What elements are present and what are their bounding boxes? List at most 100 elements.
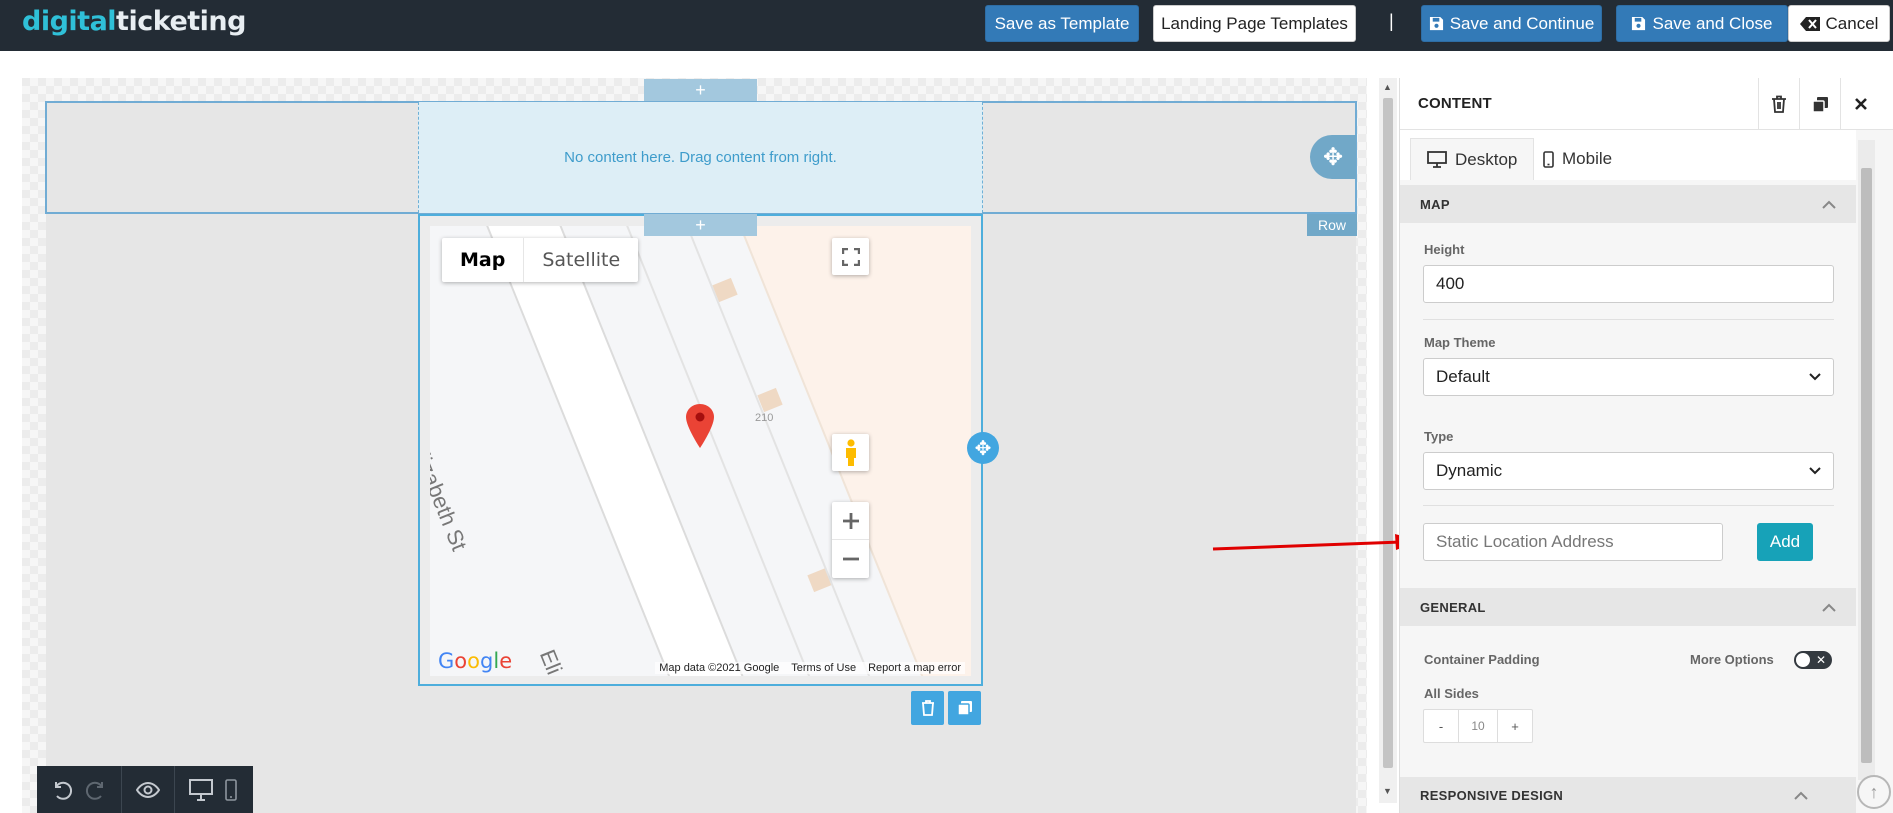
- zoom-out-button[interactable]: [832, 540, 869, 578]
- move-arrows-icon: ✥: [1322, 143, 1344, 171]
- canvas-scroll-thumb[interactable]: [1383, 98, 1393, 768]
- scroll-up-icon[interactable]: ▲: [1383, 82, 1392, 92]
- map-theme-value: Default: [1436, 367, 1490, 386]
- responsive-design-section-header[interactable]: RESPONSIVE DESIGN: [1400, 777, 1856, 813]
- zoom-control: [832, 502, 869, 578]
- landing-page-templates-label: Landing Page Templates: [1161, 13, 1348, 33]
- empty-drop-zone[interactable]: No content here. Drag content from right…: [418, 102, 983, 213]
- empty-drop-zone-message: No content here. Drag content from right…: [564, 149, 837, 166]
- panel-scroll-thumb[interactable]: [1861, 168, 1872, 763]
- type-label: Type: [1424, 429, 1454, 444]
- page: digitalticketing Save as Template Landin…: [0, 0, 1893, 813]
- copy-icon: [956, 701, 972, 716]
- terms-of-use-link[interactable]: Terms of Use: [791, 662, 856, 674]
- scroll-to-top-button[interactable]: ↑: [1857, 775, 1891, 809]
- map-street-label-partial: Eli: [534, 646, 568, 676]
- map-theme-label: Map Theme: [1424, 335, 1496, 350]
- duplicate-content-button[interactable]: [1799, 78, 1840, 130]
- tab-desktop[interactable]: Desktop: [1410, 138, 1535, 180]
- type-select[interactable]: Dynamic: [1423, 452, 1834, 490]
- landing-page-templates-button[interactable]: Landing Page Templates: [1153, 5, 1356, 42]
- height-value: 400: [1436, 274, 1465, 293]
- height-input[interactable]: 400: [1423, 265, 1834, 303]
- close-panel-button[interactable]: [1840, 78, 1881, 130]
- padding-increment-button[interactable]: +: [1498, 710, 1532, 742]
- chevron-down-icon: [1809, 373, 1821, 381]
- chevron-up-icon: [1822, 603, 1836, 612]
- height-label: Height: [1424, 242, 1465, 257]
- static-location-address-input[interactable]: [1423, 523, 1723, 561]
- logo-part1: digital: [22, 6, 117, 37]
- floppy-disk-icon: [1429, 16, 1443, 31]
- cancel-label: Cancel: [1825, 13, 1879, 33]
- delete-content-button[interactable]: [1758, 78, 1799, 130]
- cancel-button[interactable]: Cancel: [1788, 5, 1890, 42]
- duplicate-block-button[interactable]: [948, 691, 981, 725]
- row-move-handle[interactable]: ✥: [1310, 135, 1356, 179]
- padding-value[interactable]: 10: [1458, 710, 1498, 742]
- save-and-close-label: Save and Close: [1652, 13, 1773, 33]
- google-map[interactable]: Elizabeth St Eli 210 Map Satellite Googl…: [430, 226, 971, 676]
- scroll-down-icon[interactable]: ▼: [1383, 786, 1392, 796]
- save-and-continue-label: Save and Continue: [1449, 13, 1595, 33]
- panel-scrollbar[interactable]: [1858, 140, 1875, 780]
- backspace-icon: [1799, 16, 1820, 31]
- save-and-close-button[interactable]: Save and Close: [1616, 5, 1788, 42]
- map-block[interactable]: Elizabeth St Eli 210 Map Satellite Googl…: [418, 214, 983, 686]
- desktop-icon[interactable]: [189, 778, 213, 801]
- map-data-credit: Map data ©2021 Google: [659, 662, 780, 674]
- preview-group: [122, 766, 175, 813]
- add-column-top-button[interactable]: +: [644, 79, 757, 101]
- divider: [1423, 319, 1834, 320]
- row-label: Row: [1307, 214, 1357, 236]
- save-and-continue-button[interactable]: Save and Continue: [1421, 5, 1602, 42]
- map-type-satellite-button[interactable]: Satellite: [524, 238, 638, 282]
- fullscreen-button[interactable]: [832, 238, 869, 275]
- device-tabs: Desktop Mobile: [1400, 130, 1856, 180]
- general-section-title: GENERAL: [1420, 599, 1486, 615]
- canvas-scrollbar[interactable]: ▲ ▼: [1379, 78, 1397, 803]
- logo[interactable]: digitalticketing: [22, 6, 246, 37]
- google-logo: Google: [438, 649, 513, 673]
- delete-block-button[interactable]: [911, 691, 944, 725]
- toolbar-separator: |: [1389, 11, 1394, 31]
- map-theme-select[interactable]: Default: [1423, 358, 1834, 396]
- history-group: [37, 766, 122, 813]
- responsive-design-section-title: RESPONSIVE DESIGN: [1420, 787, 1564, 803]
- map-marker-icon: [686, 404, 714, 448]
- eye-icon[interactable]: [136, 781, 160, 799]
- report-map-error-link[interactable]: Report a map error: [868, 662, 961, 674]
- floppy-disk-icon: [1632, 16, 1646, 31]
- map-section-title: MAP: [1420, 196, 1450, 212]
- map-section-header[interactable]: MAP: [1400, 185, 1856, 223]
- more-options-toggle[interactable]: ✕: [1794, 651, 1832, 669]
- save-as-template-label: Save as Template: [994, 13, 1130, 33]
- padding-decrement-button[interactable]: -: [1424, 710, 1458, 742]
- redo-icon[interactable]: [85, 779, 107, 801]
- mobile-icon: [1543, 150, 1554, 168]
- chevron-up-icon: [1822, 200, 1836, 209]
- tab-mobile[interactable]: Mobile: [1527, 138, 1628, 180]
- street-view-pegman-button[interactable]: [832, 434, 869, 471]
- map-street-label: Elizabeth St: [430, 436, 472, 555]
- map-type-map-button[interactable]: Map: [442, 238, 525, 282]
- general-section-header[interactable]: GENERAL: [1400, 588, 1856, 626]
- save-as-template-button[interactable]: Save as Template: [985, 5, 1139, 42]
- arrow-up-icon: ↑: [1869, 781, 1879, 802]
- toggle-knob: [1796, 653, 1810, 667]
- panel-header: CONTENT: [1400, 78, 1893, 130]
- minus-icon: [842, 557, 859, 561]
- device-group: [175, 766, 251, 813]
- undo-icon[interactable]: [51, 779, 73, 801]
- add-row-button[interactable]: +: [644, 214, 757, 236]
- add-address-button[interactable]: Add: [1757, 523, 1813, 561]
- zoom-in-button[interactable]: [832, 502, 869, 540]
- close-icon: [1855, 98, 1867, 110]
- pegman-icon: [845, 438, 856, 466]
- copy-icon: [1811, 96, 1828, 113]
- mobile-icon[interactable]: [225, 778, 237, 801]
- plus-icon: [842, 512, 859, 529]
- map-move-handle[interactable]: ✥: [967, 432, 999, 464]
- map-building-number: 210: [755, 412, 774, 424]
- panel-title: CONTENT: [1418, 95, 1492, 112]
